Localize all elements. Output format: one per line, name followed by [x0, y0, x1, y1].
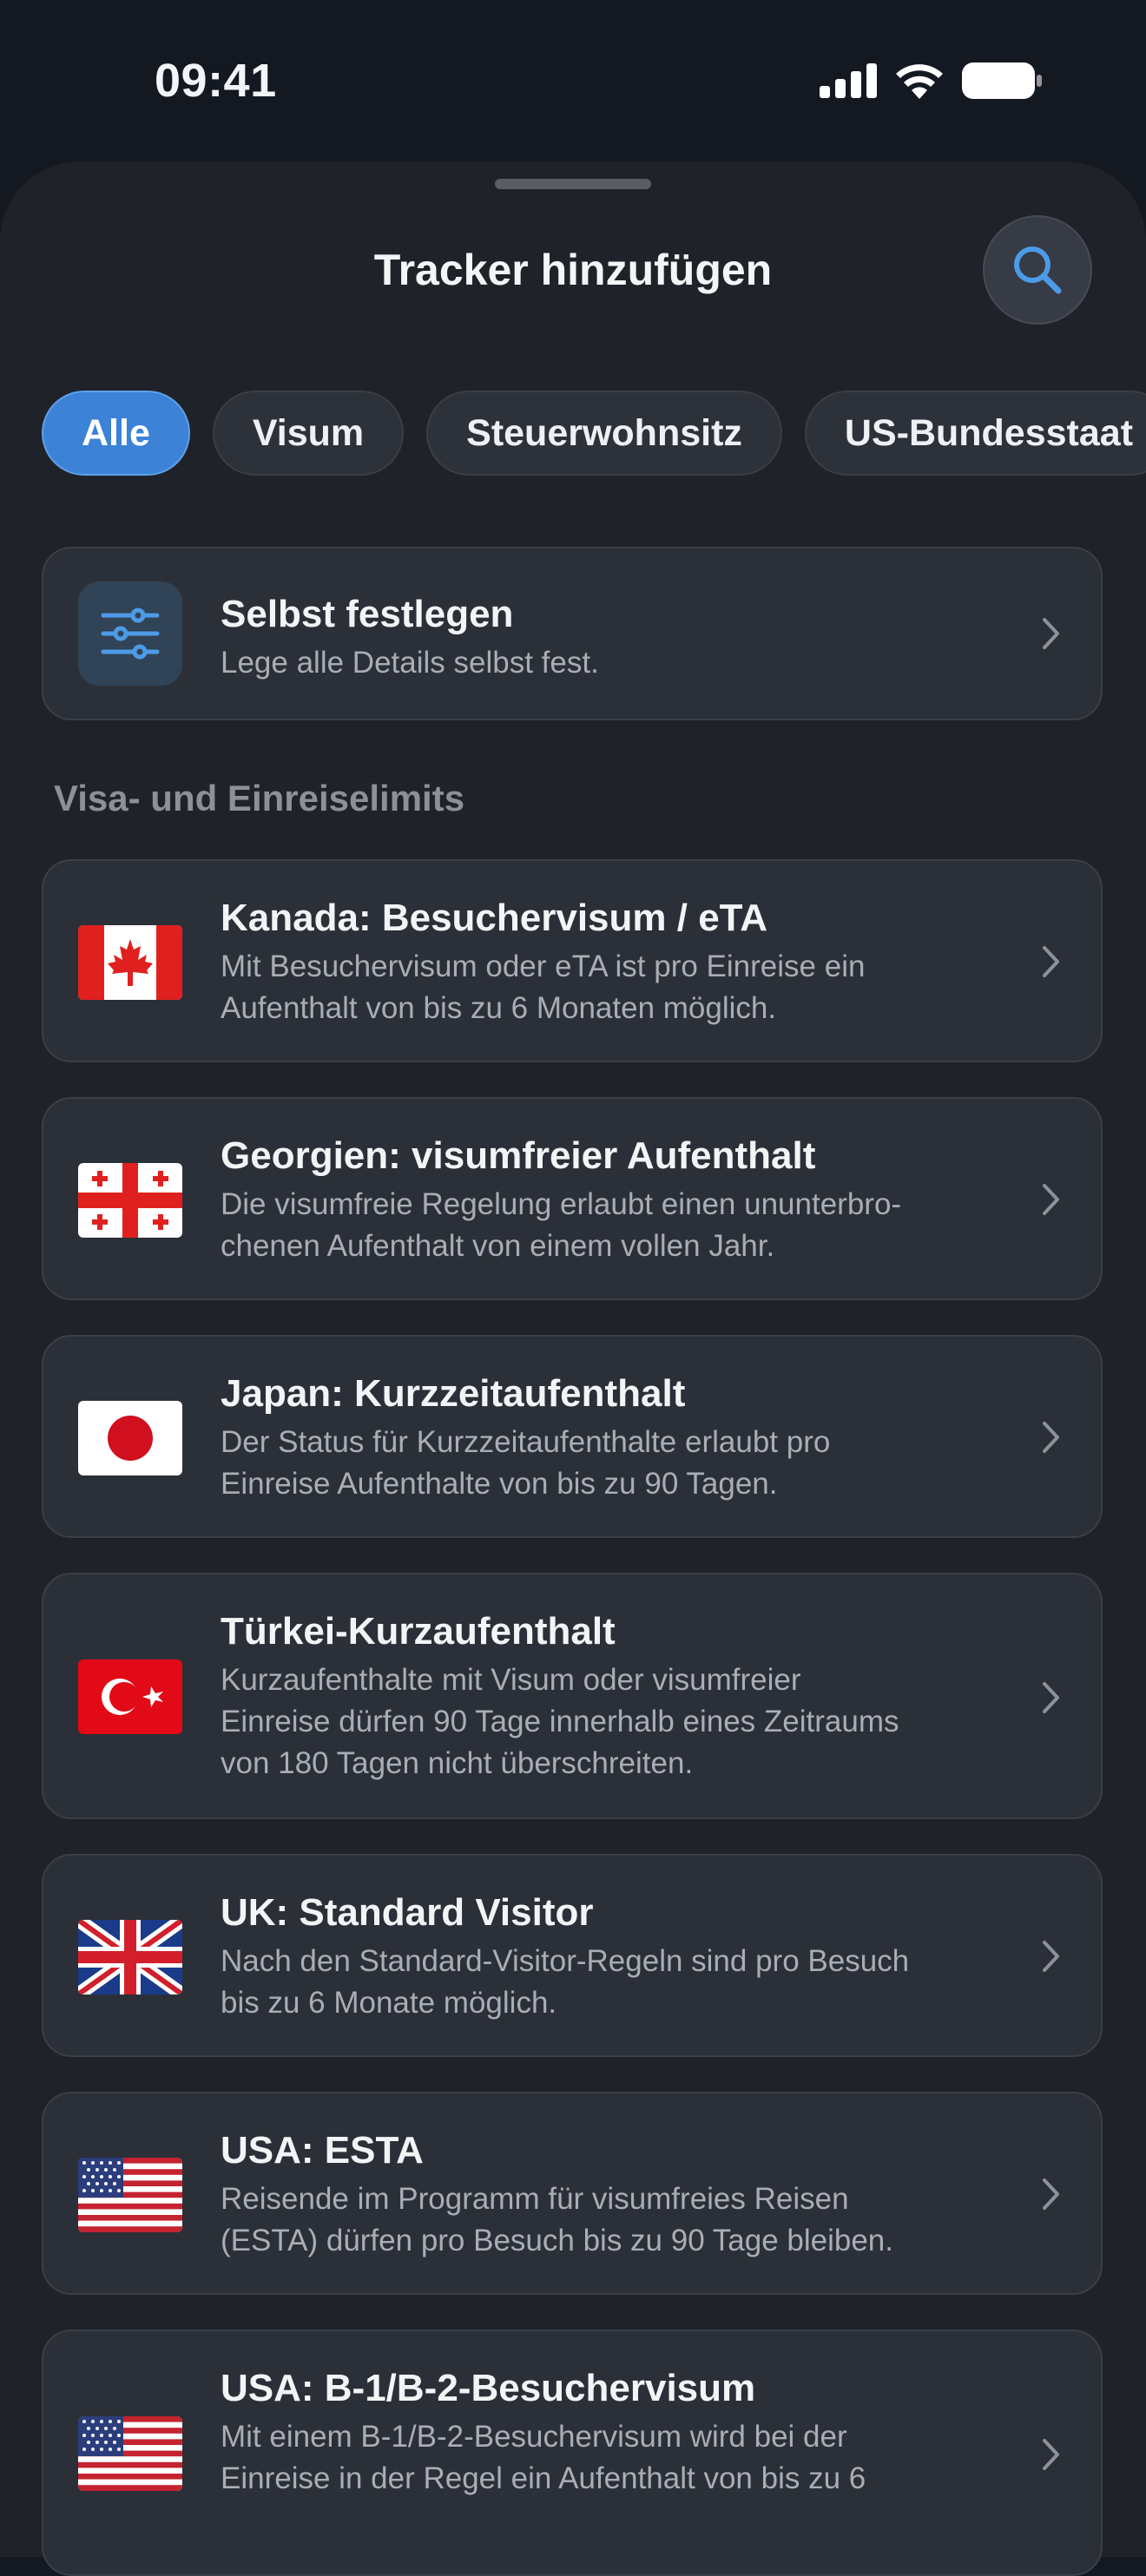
battery-icon: [962, 62, 1042, 99]
tracker-card-canada[interactable]: Kanada: Besuchervisum / eTA Mit Besucher…: [42, 859, 1103, 1062]
tracker-card-georgia[interactable]: Georgien: visumfreier Aufenthalt Die vis…: [42, 1097, 1103, 1300]
sheet-title: Tracker hinzufügen: [373, 246, 773, 294]
cellular-signal-icon: [820, 63, 877, 98]
tracker-card-usa-esta[interactable]: USA: ESTA Reisende im Programm für visum…: [42, 2092, 1103, 2295]
chevron-right-icon: [1043, 1941, 1059, 1972]
status-time: 09:41: [155, 55, 277, 107]
tracker-description: Nach den Standard-Visitor-Regeln sind pr…: [221, 1944, 910, 2020]
tracker-description: Die visumfreie Regelung erlaubt einen un…: [221, 1187, 902, 1263]
chevron-right-icon: [1043, 1682, 1059, 1713]
filter-chips: Alle Visum Steuerwohnsitz US-Bundesstaat: [42, 391, 1146, 476]
tracker-description: Kurzaufenthalte mit Visum oder visumfrei…: [221, 1663, 899, 1780]
tracker-description: Der Status für Kurzzeitaufenthalte erlau…: [221, 1425, 831, 1501]
tracker-card-usa-b1b2[interactable]: USA: B-1/B-2-Besuchervisum Mit einem B-1…: [42, 2330, 1103, 2576]
tracker-card-uk[interactable]: UK: Standard Visitor Nach den Standard-V…: [42, 1854, 1103, 2057]
wifi-icon: [896, 64, 943, 99]
usa-flag-icon: [78, 2158, 182, 2232]
status-icons: [820, 62, 1042, 99]
chevron-right-icon: [1043, 1184, 1059, 1215]
tracker-description: Mit Besuchervisum oder eTA ist pro Einre…: [221, 950, 866, 1025]
status-bar: 09:41: [0, 0, 1146, 165]
usa-flag-icon: [78, 2416, 182, 2491]
custom-icon-box: [78, 582, 182, 686]
turkey-flag-icon: [78, 1659, 182, 1734]
japan-flag-icon: [78, 1401, 182, 1475]
sliders-icon: [101, 608, 160, 660]
custom-tracker-subtitle: Lege alle Details selbst fest.: [221, 646, 599, 680]
chevron-right-icon: [1043, 1422, 1059, 1453]
custom-tracker-card[interactable]: Selbst festlegen Lege alle Details selbs…: [42, 547, 1103, 720]
georgia-flag-icon: [78, 1163, 182, 1238]
tracker-title: UK: Standard Visitor: [221, 1891, 594, 1934]
tracker-title: Georgien: visumfreier Aufenthalt: [221, 1134, 816, 1177]
tracker-card-turkey[interactable]: Türkei-Kurzaufenthalt Kurzaufenthalte mi…: [42, 1573, 1103, 1819]
add-tracker-sheet: Tracker hinzufügen Alle Visum Steuerwohn…: [0, 161, 1146, 2576]
filter-chip-visa[interactable]: Visum: [212, 391, 405, 476]
tracker-title: Türkei-Kurzaufenthalt: [221, 1610, 616, 1653]
tracker-description: Mit einem B-1/B-2-Besuchervisum wird bei…: [221, 2420, 866, 2495]
uk-flag-icon: [78, 1920, 182, 1994]
canada-flag-icon: [78, 925, 182, 1000]
filter-chip-us-state[interactable]: US-Bundesstaat: [804, 391, 1146, 476]
filter-chip-tax-residency[interactable]: Steuerwohnsitz: [426, 391, 782, 476]
chevron-right-icon: [1043, 2178, 1059, 2210]
tracker-description: Reisende im Programm für visumfreies Rei…: [221, 2182, 893, 2257]
tracker-title: USA: ESTA: [221, 2129, 424, 2172]
tracker-card-japan[interactable]: Japan: Kurzzeitaufenthalt Der Status für…: [42, 1335, 1103, 1538]
search-icon: [1014, 246, 1062, 294]
chevron-right-icon: [1043, 618, 1059, 649]
search-button[interactable]: [983, 215, 1092, 325]
tracker-title: Kanada: Besuchervisum / eTA: [221, 897, 768, 939]
tracker-title: Japan: Kurzzeitaufenthalt: [221, 1372, 686, 1415]
chevron-right-icon: [1043, 946, 1059, 977]
tracker-title: USA: B-1/B-2-Besuchervisum: [221, 2367, 756, 2409]
section-header-visa-limits: Visa- und Einreiselimits: [54, 778, 465, 818]
sheet-grabber[interactable]: [495, 179, 651, 189]
custom-tracker-title: Selbst festlegen: [221, 593, 514, 635]
filter-chip-all[interactable]: Alle: [42, 391, 190, 476]
chevron-right-icon: [1043, 2439, 1059, 2470]
